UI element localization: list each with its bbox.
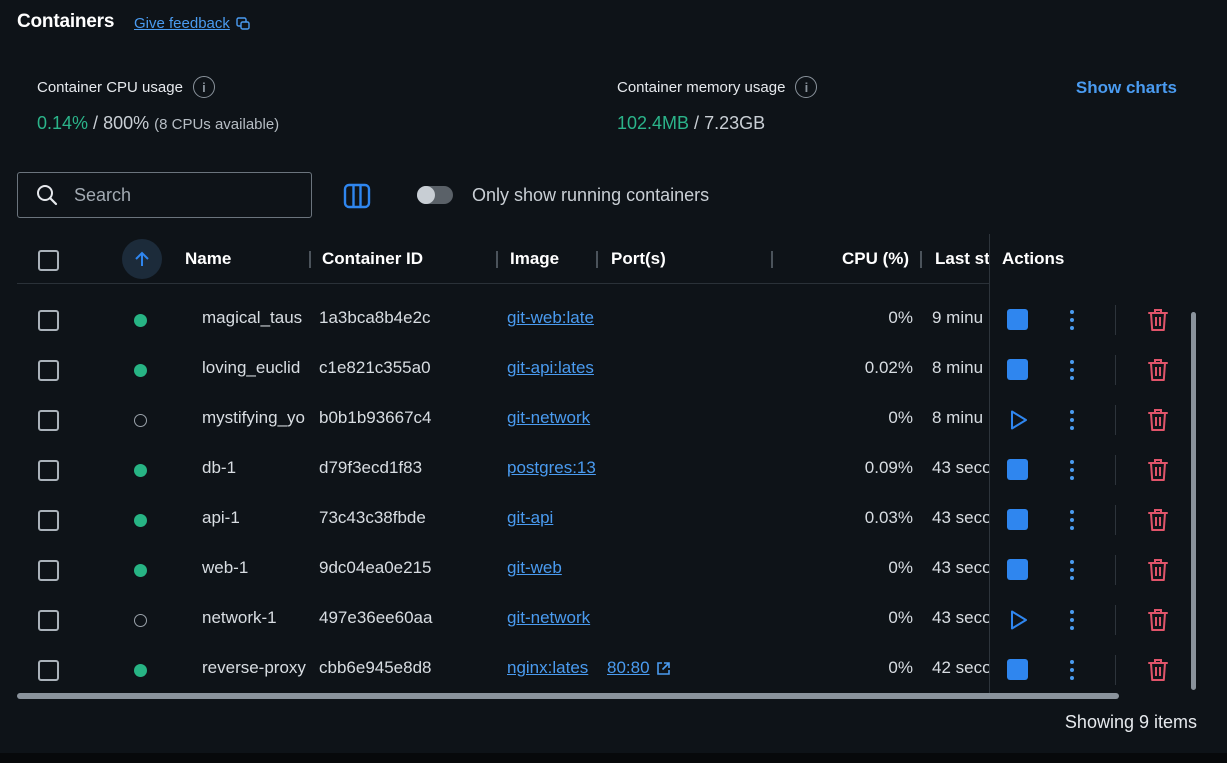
trash-icon[interactable] [1146,407,1170,433]
column-container-id[interactable]: Container ID [322,249,423,269]
status-bar [0,753,1227,763]
cpu-note: (8 CPUs available) [154,116,280,133]
column-name[interactable]: Name [185,249,231,269]
action-divider [1115,555,1116,585]
trash-icon[interactable] [1146,607,1170,633]
stop-button[interactable] [1007,309,1028,330]
stop-button[interactable] [1007,459,1028,480]
select-all-checkbox[interactable] [38,250,59,271]
item-count: Showing 9 items [1064,712,1197,732]
action-divider [1115,455,1116,485]
stop-button[interactable] [1007,509,1028,530]
memory-separator: / [689,113,705,133]
row-actions [17,545,1197,595]
trash-icon[interactable] [1146,657,1170,683]
trash-icon[interactable] [1146,557,1170,583]
search-icon [37,185,58,206]
feedback-icon [236,16,250,30]
action-divider [1115,355,1116,385]
row-actions [17,645,1197,695]
running-only-label: Only show running containers [472,185,710,205]
trash-icon[interactable] [1146,507,1170,533]
more-options-icon[interactable] [1065,608,1079,632]
sort-button[interactable] [122,239,162,279]
more-options-icon[interactable] [1065,558,1079,582]
column-actions: Actions [1002,249,1065,268]
columns-icon[interactable] [343,182,371,210]
stop-button[interactable] [1007,359,1028,380]
containers-table: Name Container ID Image Port(s) CPU (%) … [17,234,1197,698]
row-actions [17,595,1197,645]
toggle-knob [417,186,435,204]
row-actions [17,295,1197,345]
row-actions [17,395,1197,445]
stop-button[interactable] [1007,559,1028,580]
cpu-total: 800% [103,113,150,133]
more-options-icon[interactable] [1065,308,1079,332]
more-options-icon[interactable] [1065,358,1079,382]
column-divider[interactable] [920,251,922,268]
vertical-scrollbar[interactable] [1191,312,1196,690]
column-image[interactable]: Image [510,249,559,269]
memory-usage-value: 102.4MB / 7.23GB [617,113,765,134]
memory-usage-label: Container memory usage [617,78,786,96]
cpu-usage-label-group: Container CPU usage i [37,76,215,98]
show-charts-button[interactable]: Show charts [1076,78,1177,98]
cpu-usage-value: 0.14% / 800% (8 CPUs available) [37,113,279,134]
action-divider [1115,505,1116,535]
memory-info-icon[interactable]: i [795,76,818,98]
column-last-started[interactable]: Last st [935,249,991,269]
stop-button[interactable] [1007,659,1028,680]
arrow-up-icon [135,251,149,266]
cpu-info-icon[interactable]: i [192,76,215,98]
more-options-icon[interactable] [1065,508,1079,532]
play-icon[interactable] [1006,408,1030,432]
cpu-separator: / [88,113,104,133]
action-divider [1115,305,1116,335]
running-only-toggle[interactable] [417,186,453,204]
cpu-usage-label: Container CPU usage [37,78,183,96]
action-divider [1115,405,1116,435]
row-actions [17,495,1197,545]
more-options-icon[interactable] [1065,458,1079,482]
page-title: Containers [17,11,115,32]
trash-icon[interactable] [1146,307,1170,333]
row-actions [17,445,1197,495]
more-options-icon[interactable] [1065,408,1079,432]
memory-usage-label-group: Container memory usage i [617,76,818,98]
row-actions [17,345,1197,395]
column-divider[interactable] [309,251,311,268]
column-ports[interactable]: Port(s) [611,249,666,269]
column-divider[interactable] [771,251,773,268]
horizontal-scrollbar[interactable] [17,693,1119,699]
trash-icon[interactable] [1146,457,1170,483]
trash-icon[interactable] [1146,357,1170,383]
memory-used: 102.4MB [617,113,690,133]
give-feedback-label: Give feedback [134,15,230,32]
column-cpu[interactable]: CPU (%) [842,249,909,269]
column-divider[interactable] [496,251,498,268]
play-icon[interactable] [1006,608,1030,632]
action-divider [1115,655,1116,685]
more-options-icon[interactable] [1065,658,1079,682]
search-box[interactable] [17,172,312,218]
give-feedback-link[interactable]: Give feedback [134,15,250,32]
memory-total: 7.23GB [704,113,766,133]
search-input[interactable] [74,184,274,206]
column-divider[interactable] [596,251,598,268]
action-divider [1115,605,1116,635]
cpu-used: 0.14% [37,113,89,133]
